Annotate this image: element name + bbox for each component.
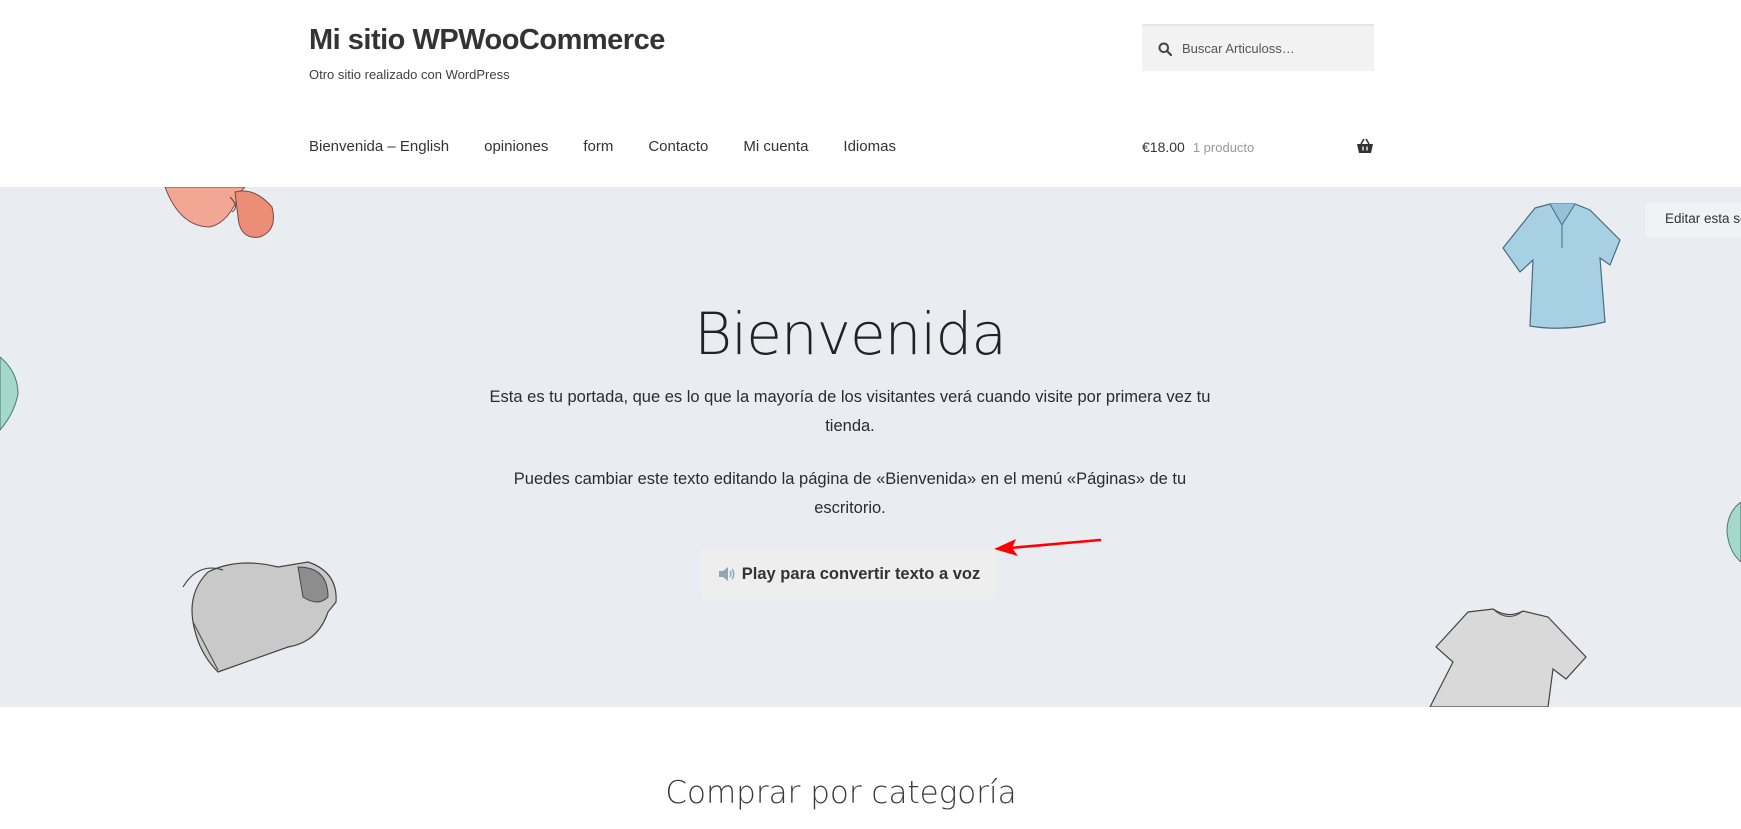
grey-hoodie-illustration — [182, 561, 337, 673]
nav-item-form[interactable]: form — [583, 138, 613, 155]
hero-title: Bienvenida — [694, 300, 1007, 368]
site-header: Mi sitio WPWooCommerce Otro sitio realiz… — [0, 0, 1741, 187]
nav-item-idiomas[interactable]: Idiomas — [843, 138, 896, 155]
nav-item-contacto[interactable]: Contacto — [648, 138, 708, 155]
shop-by-category-heading: Comprar por categoría — [665, 775, 1017, 811]
search-input[interactable]: Buscar Articuloss… — [1142, 24, 1374, 71]
basket-icon[interactable] — [1356, 138, 1374, 154]
speaker-icon — [718, 567, 735, 581]
play-button-label: Play para convertir texto a voz — [741, 564, 981, 583]
grey-tshirt-illustration — [1429, 608, 1587, 707]
primary-navigation: Bienvenida – English opiniones form Cont… — [309, 138, 931, 155]
cart-count[interactable]: 1 producto — [1193, 140, 1254, 155]
text-to-speech-play-button[interactable]: Play para convertir texto a voz — [701, 549, 997, 599]
search-icon — [1158, 42, 1172, 56]
header-cart[interactable]: €18.00 1 producto — [1142, 138, 1374, 155]
nav-item-mi-cuenta[interactable]: Mi cuenta — [743, 138, 808, 155]
hero-paragraph-edit-hint: Puedes cambiar este texto editando la pá… — [513, 470, 1187, 517]
hero-section: Editar esta se Bienvenida Esta es tu por… — [0, 187, 1741, 707]
edit-page-link[interactable]: Editar esta se — [1645, 202, 1741, 237]
hero-paragraph-intro: Esta es tu portada, que es lo que la may… — [489, 388, 1211, 435]
cart-total[interactable]: €18.00 — [1142, 139, 1185, 155]
site-tagline: Otro sitio realizado con WordPress — [309, 67, 510, 82]
teal-shirt-illustration-right — [1726, 502, 1741, 562]
pink-hoodie-illustration — [164, 187, 274, 238]
red-annotation-arrow — [994, 538, 1102, 556]
site-title[interactable]: Mi sitio WPWooCommerce — [309, 24, 665, 57]
nav-item-bienvenida-english[interactable]: Bienvenida – English — [309, 138, 449, 155]
nav-item-opiniones[interactable]: opiniones — [484, 138, 548, 155]
search-placeholder: Buscar Articuloss… — [1182, 41, 1295, 56]
